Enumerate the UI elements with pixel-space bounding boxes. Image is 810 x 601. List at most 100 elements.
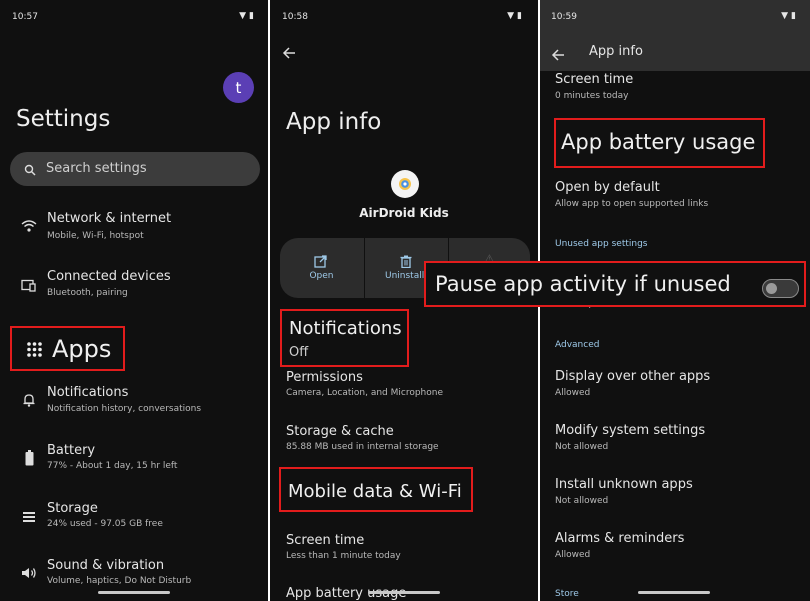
advanced-item-subtitle: Not allowed [555, 442, 609, 452]
settings-item-title: Network & internet [47, 211, 172, 226]
advanced-item-title: Modify system settings [555, 423, 706, 438]
store-header: Store [555, 589, 579, 599]
permissions-title: Permissions [286, 370, 363, 385]
search-input: Search settings [46, 161, 147, 176]
screen-time-item[interactable]: Screen time Less than 1 minute today [270, 529, 538, 569]
mobile-data-title: Mobile data & Wi-Fi [288, 481, 462, 502]
settings-item-subtitle: Notification history, conversations [47, 404, 202, 414]
settings-item-sound[interactable]: Sound & vibration Volume, haptics, Do No… [0, 552, 268, 596]
status-icons: ▼ ▮ [781, 11, 796, 21]
screen-time-subtitle: 0 minutes today [555, 91, 629, 101]
wifi-status-icon: ▼ [239, 11, 247, 21]
pause-app-activity-item[interactable]: Pause app activity if unused [424, 261, 806, 307]
alarms-reminders-item[interactable]: Alarms & reminders Allowed [540, 528, 810, 564]
permissions-item[interactable]: Permissions Camera, Location, and Microp… [270, 366, 538, 406]
settings-item-subtitle: Mobile, Wi-Fi, hotspot [47, 231, 144, 241]
open-by-default-subtitle: Allow app to open supported links [555, 199, 709, 209]
open-icon [314, 253, 327, 272]
apps-grid-icon [26, 341, 43, 362]
page-title: App info [286, 109, 382, 135]
advanced-item-subtitle: Not allowed [555, 496, 609, 506]
mobile-data-item[interactable]: Mobile data & Wi-Fi [279, 467, 473, 512]
battery-status-icon: ▮ [791, 11, 796, 21]
advanced-header: Advanced [555, 340, 600, 350]
settings-item-subtitle: 77% - About 1 day, 15 hr left [47, 461, 178, 471]
volume-icon [20, 564, 38, 582]
pause-activity-toggle[interactable] [762, 279, 799, 298]
battery-status-icon: ▮ [517, 11, 522, 21]
devices-icon [20, 276, 38, 294]
search-bar[interactable]: Search settings [10, 152, 260, 186]
settings-item-title: Apps [52, 335, 112, 363]
app-bar: 10:59 ▼ ▮ App info [540, 0, 810, 71]
home-indicator[interactable] [638, 591, 710, 594]
status-icons: ▼ ▮ [239, 11, 254, 21]
battery-usage-title: App battery usage [561, 130, 756, 154]
advanced-item-subtitle: Allowed [555, 388, 591, 398]
trash-icon [400, 253, 412, 272]
back-arrow-icon[interactable] [551, 46, 565, 65]
settings-item-title: Sound & vibration [47, 558, 165, 573]
home-indicator[interactable] [368, 591, 440, 594]
settings-screen: 10:57 ▼ ▮ t Settings Search settings Net… [0, 0, 268, 601]
permissions-subtitle: Camera, Location, and Microphone [286, 388, 444, 398]
open-label: Open [309, 271, 334, 281]
display-over-apps-item[interactable]: Display over other apps Allowed [540, 366, 810, 402]
back-arrow-icon[interactable] [282, 44, 296, 63]
wifi-icon [20, 217, 38, 235]
storage-cache-item[interactable]: Storage & cache 85.88 MB used in interna… [270, 420, 538, 460]
screen-time-title: Screen time [555, 72, 634, 87]
screen-time-subtitle: Less than 1 minute today [286, 551, 401, 561]
status-time: 10:58 [282, 12, 308, 22]
toggle-knob [766, 283, 777, 294]
settings-item-battery[interactable]: Battery 77% - About 1 day, 15 hr left [0, 437, 268, 481]
status-time: 10:57 [12, 12, 38, 22]
status-icons: ▼ ▮ [507, 11, 522, 21]
settings-item-storage[interactable]: Storage 24% used - 97.05 GB free [0, 495, 268, 539]
settings-item-subtitle: Volume, haptics, Do Not Disturb [47, 576, 192, 586]
modify-system-settings-item[interactable]: Modify system settings Not allowed [540, 420, 810, 456]
advanced-item-title: Install unknown apps [555, 477, 693, 492]
open-by-default-title: Open by default [555, 180, 660, 195]
uninstall-label: Uninstall [385, 271, 425, 281]
notifications-status: Off [289, 345, 309, 360]
storage-title: Storage & cache [286, 424, 394, 439]
settings-item-notifications[interactable]: Notifications Notification history, conv… [0, 379, 268, 423]
settings-item-title: Storage [47, 501, 98, 516]
app-name: AirDroid Kids [359, 206, 449, 220]
bell-icon [20, 391, 38, 409]
screen-time-item[interactable]: Screen time 0 minutes today [540, 71, 810, 107]
search-icon [24, 161, 36, 180]
notifications-item[interactable]: Notifications Off [280, 309, 409, 367]
install-unknown-apps-item[interactable]: Install unknown apps Not allowed [540, 474, 810, 510]
settings-item-title: Battery [47, 443, 96, 458]
battery-icon [20, 449, 38, 467]
open-button[interactable]: Open [280, 238, 363, 298]
wifi-status-icon: ▼ [781, 11, 789, 21]
settings-item-connected-devices[interactable]: Connected devices Bluetooth, pairing [0, 263, 268, 307]
notifications-title: Notifications [289, 318, 402, 339]
app-bar-title: App info [589, 44, 643, 59]
advanced-item-title: Display over other apps [555, 369, 711, 384]
settings-item-network[interactable]: Network & internet Mobile, Wi-Fi, hotspo… [0, 205, 268, 249]
advanced-item-subtitle: Allowed [555, 550, 591, 560]
home-indicator[interactable] [98, 591, 170, 594]
settings-item-title: Connected devices [47, 269, 171, 284]
storage-icon [20, 508, 38, 526]
battery-usage-item[interactable]: App battery usage [554, 118, 765, 168]
open-by-default-item[interactable]: Open by default Allow app to open suppor… [540, 178, 810, 214]
battery-status-icon: ▮ [249, 11, 254, 21]
storage-subtitle: 85.88 MB used in internal storage [286, 442, 439, 452]
settings-item-subtitle: 24% used - 97.05 GB free [47, 519, 163, 529]
avatar[interactable]: t [223, 72, 254, 103]
unused-settings-header: Unused app settings [555, 239, 648, 249]
app-icon [391, 170, 419, 198]
screen-time-title: Screen time [286, 533, 365, 548]
settings-item-subtitle: Bluetooth, pairing [47, 288, 128, 298]
wifi-status-icon: ▼ [507, 11, 515, 21]
settings-item-apps[interactable]: Apps [10, 326, 125, 371]
pause-activity-title: Pause app activity if unused [435, 272, 731, 296]
settings-item-title: Notifications [47, 385, 129, 400]
advanced-item-title: Alarms & reminders [555, 531, 685, 546]
status-time: 10:59 [551, 12, 577, 22]
